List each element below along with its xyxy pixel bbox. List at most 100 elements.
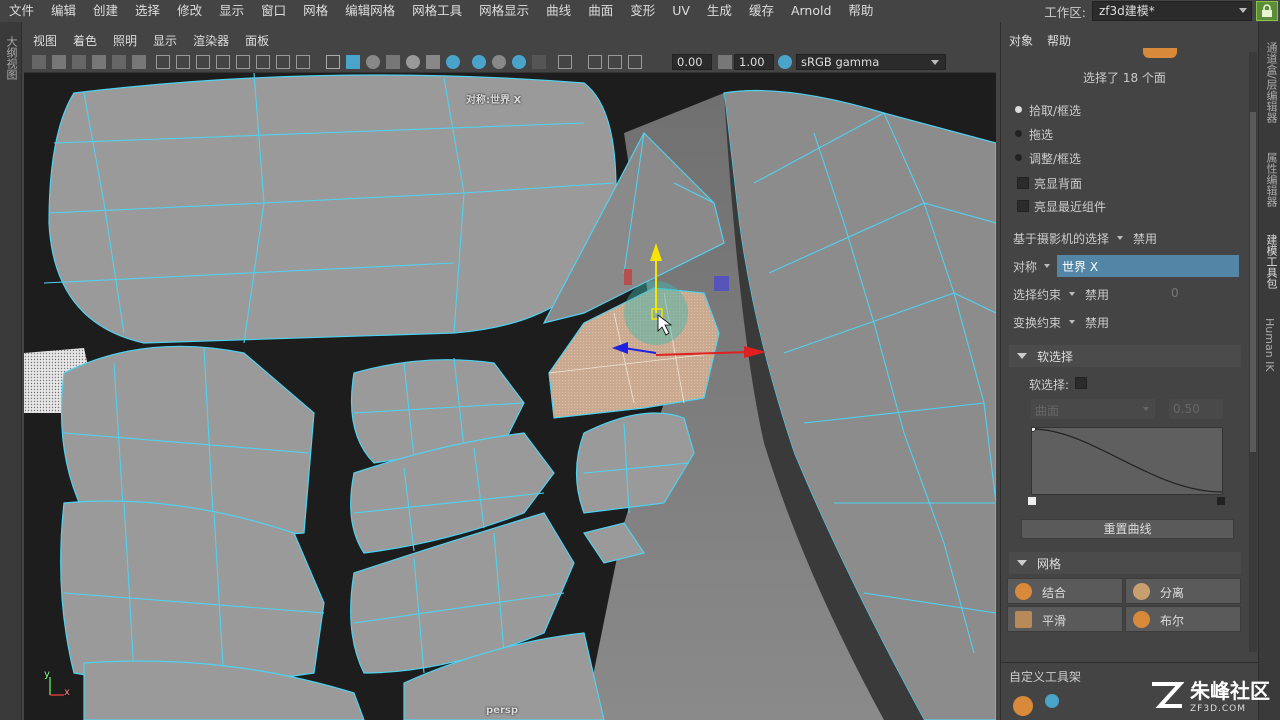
image-plane-icon[interactable] <box>92 55 106 69</box>
smooth-shade-icon[interactable] <box>346 55 360 69</box>
chevron-down-icon[interactable] <box>1044 264 1050 268</box>
panel-menu-show[interactable]: 显示 <box>144 32 184 49</box>
menu-mesh-display[interactable]: 网格显示 <box>470 0 537 22</box>
chevron-down-icon[interactable] <box>1069 320 1075 324</box>
menu-edit-mesh[interactable]: 编辑网格 <box>336 0 403 22</box>
panel-scrollbar[interactable] <box>1249 52 1257 652</box>
menu-mesh-tools[interactable]: 网格工具 <box>403 0 470 22</box>
tab-channel-box[interactable]: 通道盒/层编辑器 <box>1263 42 1279 123</box>
wireframe-icon[interactable] <box>326 55 340 69</box>
resolution-gate-icon[interactable] <box>196 55 210 69</box>
falloff-mode-dropdown[interactable]: 曲面 <box>1031 399 1155 419</box>
menu-edit[interactable]: 编辑 <box>42 0 84 22</box>
2d-pan-zoom-icon[interactable] <box>132 55 146 69</box>
separate-button[interactable]: 分离 <box>1125 578 1241 604</box>
shadows-icon[interactable] <box>426 55 440 69</box>
use-all-lights-icon[interactable] <box>406 55 420 69</box>
panel-menu-help[interactable]: 帮助 <box>1047 32 1071 49</box>
depth-of-field-icon[interactable] <box>512 55 526 69</box>
falloff-curve-graph[interactable] <box>1030 426 1223 495</box>
viewport-3d[interactable]: 对称:世界 X persp y x <box>24 73 996 720</box>
combine-button[interactable]: 结合 <box>1007 578 1123 604</box>
exposure-icon[interactable] <box>628 55 642 69</box>
menu-help[interactable]: 帮助 <box>839 0 881 22</box>
curve-key-start[interactable] <box>1028 497 1036 505</box>
menu-surfaces[interactable]: 曲面 <box>579 0 621 22</box>
symmetry-dropdown[interactable]: 世界 X <box>1057 255 1239 277</box>
field-chart-icon[interactable] <box>236 55 250 69</box>
boolean-button[interactable]: 布尔 <box>1125 606 1241 632</box>
xray-joints-icon[interactable] <box>608 55 622 69</box>
camera-select-icon[interactable] <box>32 55 46 69</box>
panel-menu-view[interactable]: 视图 <box>24 32 64 49</box>
panel-menu-lighting[interactable]: 照明 <box>104 32 144 49</box>
menu-cache[interactable]: 缓存 <box>740 0 782 22</box>
panel-menu-shading[interactable]: 着色 <box>64 32 104 49</box>
menu-uv[interactable]: UV <box>663 0 698 22</box>
soft-select-section-header[interactable]: 软选择 <box>1009 345 1241 367</box>
color-management-icon[interactable] <box>778 55 792 69</box>
tab-attribute-editor[interactable]: 属性编辑器 <box>1263 152 1279 207</box>
workspace-dropdown[interactable]: zf3d建模* <box>1092 1 1252 21</box>
menu-curves[interactable]: 曲线 <box>537 0 579 22</box>
lock-button[interactable] <box>1256 1 1278 21</box>
menu-generate[interactable]: 生成 <box>698 0 740 22</box>
camera-selection-value[interactable]: 禁用 <box>1133 230 1157 247</box>
radio-drag[interactable] <box>1015 130 1022 137</box>
menu-arnold[interactable]: Arnold <box>782 0 839 22</box>
radio-pick-marquee[interactable] <box>1015 106 1022 113</box>
menu-window[interactable]: 窗口 <box>252 0 294 22</box>
reset-curve-button[interactable]: 重置曲线 <box>1021 519 1234 539</box>
xray-icon[interactable] <box>558 55 572 69</box>
menu-modify[interactable]: 修改 <box>168 0 210 22</box>
isolate-select-icon[interactable] <box>532 55 546 69</box>
transform-constraint-value[interactable]: 禁用 <box>1085 314 1109 331</box>
checkbox-highlight-backfaces[interactable] <box>1017 177 1029 189</box>
xray-active-components-icon[interactable] <box>588 55 602 69</box>
title-icon[interactable] <box>296 55 310 69</box>
select-constraint-value[interactable]: 禁用 <box>1085 286 1109 303</box>
panel-menu-renderer[interactable]: 渲染器 <box>184 32 236 49</box>
falloff-radius-field[interactable]: 0.50 <box>1169 399 1223 419</box>
plane-handle-yz[interactable] <box>714 276 729 291</box>
checkbox-highlight-nearest[interactable] <box>1017 200 1029 212</box>
menu-file[interactable]: 文件 <box>0 0 42 22</box>
wireframe-on-shaded-icon[interactable] <box>366 55 380 69</box>
camera-attributes-icon[interactable] <box>52 55 66 69</box>
menu-create[interactable]: 创建 <box>84 0 126 22</box>
gate-mask-icon[interactable] <box>216 55 230 69</box>
tab-modeling-toolkit[interactable]: 建模工具包 <box>1263 234 1279 289</box>
component-mode-icon[interactable] <box>1143 48 1177 58</box>
curve-key-end[interactable] <box>1217 497 1225 505</box>
multisample-aa-icon[interactable] <box>492 55 506 69</box>
tab-outliner[interactable]: 大纲视图 <box>3 36 19 80</box>
chevron-down-icon[interactable] <box>1117 236 1123 240</box>
exposure-field[interactable]: 0.00 <box>672 54 712 70</box>
panel-menu-panels[interactable]: 面板 <box>236 32 276 49</box>
checkbox-soft-select[interactable] <box>1075 377 1087 389</box>
safe-action-icon[interactable] <box>256 55 270 69</box>
shelf-tool-icon-2[interactable] <box>1045 694 1059 708</box>
menu-deform[interactable]: 变形 <box>621 0 663 22</box>
smooth-button[interactable]: 平滑 <box>1007 606 1123 632</box>
grease-pencil-icon[interactable] <box>112 55 126 69</box>
gamma-field[interactable]: 1.00 <box>734 54 774 70</box>
motion-blur-icon[interactable] <box>472 55 486 69</box>
mesh-section-header[interactable]: 网格 <box>1009 552 1241 574</box>
bookmark-icon[interactable] <box>72 55 86 69</box>
chevron-down-icon[interactable] <box>1069 292 1075 296</box>
grid-icon[interactable] <box>156 55 170 69</box>
tab-human-ik[interactable]: Human IK <box>1263 318 1276 372</box>
radio-tweak-marquee[interactable] <box>1015 154 1022 161</box>
shelf-tool-icon[interactable] <box>1013 696 1033 716</box>
gamma-icon[interactable] <box>718 55 732 69</box>
safe-title-icon[interactable] <box>276 55 290 69</box>
textured-icon[interactable] <box>386 55 400 69</box>
color-space-dropdown[interactable]: sRGB gamma <box>796 54 946 70</box>
menu-mesh[interactable]: 网格 <box>294 0 336 22</box>
menu-display[interactable]: 显示 <box>210 0 252 22</box>
menu-select[interactable]: 选择 <box>126 0 168 22</box>
panel-menu-object[interactable]: 对象 <box>1009 32 1033 49</box>
film-gate-icon[interactable] <box>176 55 190 69</box>
plane-handle-xy[interactable] <box>624 269 632 285</box>
